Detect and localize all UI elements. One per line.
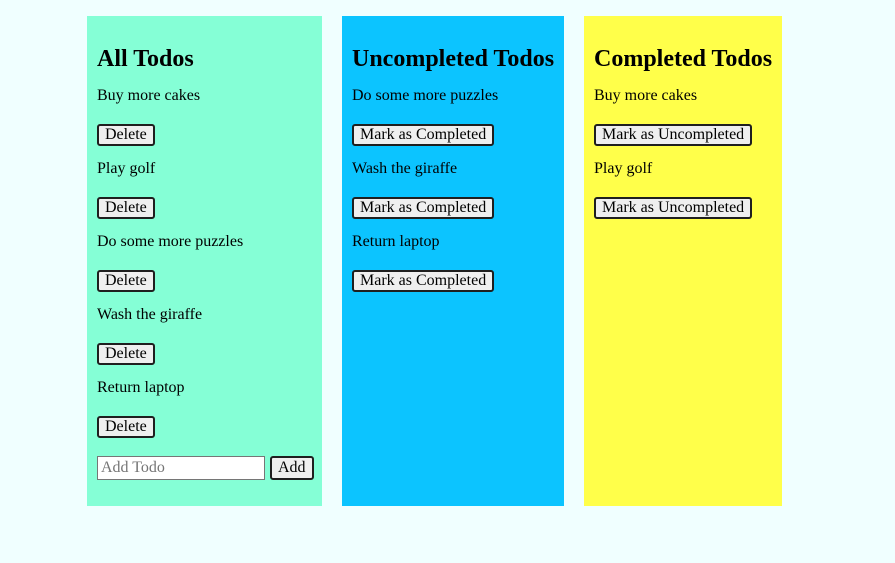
mark-completed-button[interactable]: Mark as Completed [352,124,495,146]
add-todo-form: Add [97,456,314,480]
uncompleted-todo-item: Do some more puzzles Mark as Completed [352,87,554,146]
todo-text: Buy more cakes [97,87,201,104]
all-todos-column: All Todos Buy more cakes Delete Play gol… [87,16,322,506]
uncompleted-todo-item: Return laptop Mark as Completed [352,233,554,292]
uncompleted-todos-title: Uncompleted Todos [352,46,555,72]
completed-todos-column: Completed Todos Buy more cakes Mark as U… [584,16,782,506]
all-todo-item: Buy more cakes Delete [97,87,312,146]
todo-text: Play golf [594,160,653,177]
delete-button[interactable]: Delete [97,197,155,219]
delete-button[interactable]: Delete [97,124,155,146]
delete-button[interactable]: Delete [97,270,155,292]
todo-text: Return laptop [352,233,440,250]
all-todo-item: Play golf Delete [97,160,312,219]
delete-button[interactable]: Delete [97,416,155,438]
todo-text: Return laptop [97,379,185,396]
mark-uncompleted-button[interactable]: Mark as Uncompleted [594,197,753,219]
all-todo-item: Do some more puzzles Delete [97,233,312,292]
uncompleted-todos-column: Uncompleted Todos Do some more puzzles M… [342,16,564,506]
mark-completed-button[interactable]: Mark as Completed [352,270,495,292]
mark-uncompleted-button[interactable]: Mark as Uncompleted [594,124,753,146]
todo-text: Do some more puzzles [97,233,244,250]
todo-text: Do some more puzzles [352,87,499,104]
todo-text: Play golf [97,160,156,177]
all-todos-title: All Todos [97,46,194,72]
uncompleted-todo-item: Wash the giraffe Mark as Completed [352,160,554,219]
todo-text: Wash the giraffe [352,160,458,177]
completed-todo-item: Buy more cakes Mark as Uncompleted [594,87,772,146]
all-todo-item: Return laptop Delete [97,379,312,438]
completed-todos-title: Completed Todos [594,46,773,72]
add-button[interactable]: Add [270,456,314,480]
mark-completed-button[interactable]: Mark as Completed [352,197,495,219]
todo-board: All Todos Buy more cakes Delete Play gol… [87,16,782,506]
add-todo-input[interactable] [97,456,265,480]
todo-text: Buy more cakes [594,87,698,104]
completed-todo-item: Play golf Mark as Uncompleted [594,160,772,219]
all-todo-item: Wash the giraffe Delete [97,306,312,365]
todo-text: Wash the giraffe [97,306,203,323]
delete-button[interactable]: Delete [97,343,155,365]
